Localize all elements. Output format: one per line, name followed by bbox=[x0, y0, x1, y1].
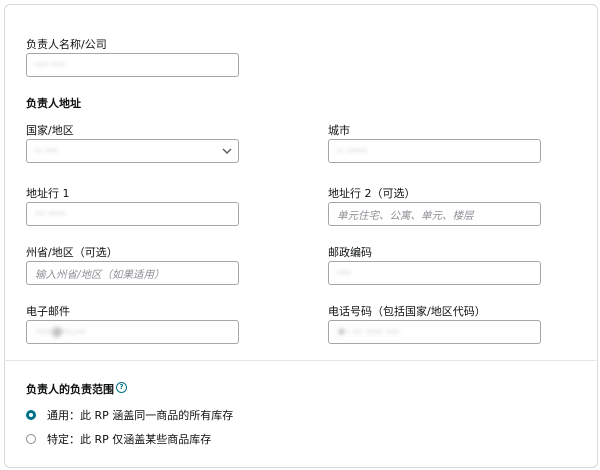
address-section-title: 负责人地址 bbox=[26, 97, 81, 110]
phone-input[interactable]: +· ··· ····· ···· bbox=[328, 320, 541, 344]
address-line2-label: 地址行 2（可选） bbox=[328, 187, 416, 200]
address-line1-input[interactable]: ··· ····· bbox=[26, 202, 239, 226]
city-value: ·· ······ bbox=[337, 145, 368, 157]
address-line2-placeholder: 单元住宅、公寓、单元、楼层 bbox=[337, 210, 474, 222]
chevron-down-icon bbox=[222, 148, 232, 154]
address-line1-label: 地址行 1 bbox=[26, 187, 70, 200]
email-input[interactable]: ·····@···.··· bbox=[26, 320, 239, 344]
state-placeholder: 输入州省/地区（如果适用） bbox=[35, 269, 165, 281]
postal-code-value: ···· bbox=[337, 267, 351, 279]
email-value: ·····@···.··· bbox=[35, 326, 86, 338]
address-line1-value: ··· ····· bbox=[35, 208, 66, 220]
radio-general[interactable] bbox=[26, 410, 36, 420]
section-divider bbox=[4, 360, 596, 361]
state-input[interactable]: 输入州省/地区（如果适用） bbox=[26, 261, 239, 285]
city-input[interactable]: ·· ······ bbox=[328, 139, 541, 163]
address-line2-input[interactable]: 单元住宅、公寓、单元、楼层 bbox=[328, 202, 541, 226]
radio-general-label[interactable]: 通用：此 RP 涵盖同一商品的所有库存 bbox=[47, 407, 233, 423]
scope-section-title: 负责人的负责范围 bbox=[26, 383, 114, 396]
postal-code-input[interactable]: ···· bbox=[328, 261, 541, 285]
phone-label: 电话号码（包括国家/地区代码） bbox=[328, 305, 486, 318]
owner-name-input[interactable]: ···· ···· bbox=[26, 53, 239, 77]
owner-name-label: 负责人名称/公司 bbox=[26, 38, 107, 51]
postal-code-label: 邮政编码 bbox=[328, 246, 372, 259]
country-value: ·· ···· bbox=[35, 145, 59, 157]
country-label: 国家/地区 bbox=[26, 124, 74, 137]
help-icon[interactable]: ? bbox=[116, 382, 127, 393]
country-select[interactable]: ·· ···· bbox=[26, 139, 239, 163]
phone-value: +· ··· ····· ···· bbox=[337, 326, 400, 338]
radio-specific[interactable] bbox=[26, 434, 36, 444]
radio-specific-label[interactable]: 特定：此 RP 仅涵盖某些商品库存 bbox=[47, 431, 211, 447]
city-label: 城市 bbox=[328, 124, 350, 137]
owner-name-value: ···· ···· bbox=[35, 59, 66, 71]
state-label: 州省/地区（可选） bbox=[26, 246, 118, 259]
email-label: 电子邮件 bbox=[26, 305, 70, 318]
